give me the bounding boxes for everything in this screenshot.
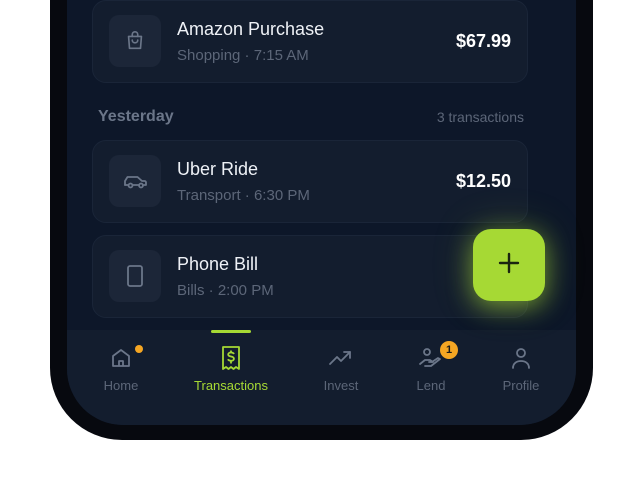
- transaction-title: Uber Ride: [177, 159, 259, 179]
- phone-icon: [109, 250, 161, 302]
- tab-lend[interactable]: 1 Lend: [386, 341, 476, 393]
- trend-up-icon: [296, 344, 386, 372]
- tab-label: Lend: [416, 378, 446, 393]
- car-icon: [109, 155, 161, 207]
- transaction-meta: Transport · 6:30 PM: [177, 187, 310, 204]
- tab-label: Profile: [502, 378, 540, 393]
- transaction-title: Amazon Purchase: [177, 19, 325, 39]
- user-icon: [476, 344, 566, 372]
- home-icon: [76, 344, 166, 372]
- tab-transactions[interactable]: Transactions: [186, 344, 276, 393]
- shopping-bag-icon: [109, 15, 161, 67]
- hand-coin-icon: 1: [386, 341, 476, 372]
- notification-badge: 1: [440, 341, 458, 359]
- add-transaction-button[interactable]: [473, 229, 545, 301]
- section-title: Yesterday: [98, 108, 174, 125]
- transaction-card[interactable]: Phone Bill Bills · 2:00 PM $4: [92, 235, 528, 318]
- transaction-meta: Bills · 2:00 PM: [177, 282, 274, 299]
- transaction-card[interactable]: Amazon Purchase Shopping · 7:15 AM $67.9…: [92, 0, 528, 83]
- transaction-meta: Shopping · 7:15 AM: [177, 47, 309, 64]
- transaction-card[interactable]: Uber Ride Transport · 6:30 PM $12.50: [92, 140, 528, 223]
- tab-label: Invest: [323, 378, 359, 393]
- app-screen: Amazon Purchase Shopping · 7:15 AM $67.9…: [67, 0, 576, 425]
- tab-profile[interactable]: Profile: [476, 344, 566, 393]
- transaction-amount: $12.50: [455, 171, 511, 191]
- bottom-tab-bar: Home Transactions Invest 1 Lend Profile: [67, 330, 576, 425]
- section-count: 3 transactions: [436, 109, 524, 125]
- active-tab-indicator: [211, 330, 251, 333]
- receipt-dollar-icon: [186, 344, 276, 372]
- tab-label: Transactions: [194, 378, 268, 393]
- section-header: Yesterday 3 transactions: [98, 108, 524, 126]
- plus-icon: [497, 251, 521, 280]
- transaction-amount: $67.99: [455, 31, 511, 51]
- transaction-title: Phone Bill: [177, 254, 259, 274]
- notification-dot: [135, 345, 143, 353]
- tab-home[interactable]: Home: [76, 344, 166, 393]
- tab-label: Home: [103, 378, 139, 393]
- tab-invest[interactable]: Invest: [296, 344, 386, 393]
